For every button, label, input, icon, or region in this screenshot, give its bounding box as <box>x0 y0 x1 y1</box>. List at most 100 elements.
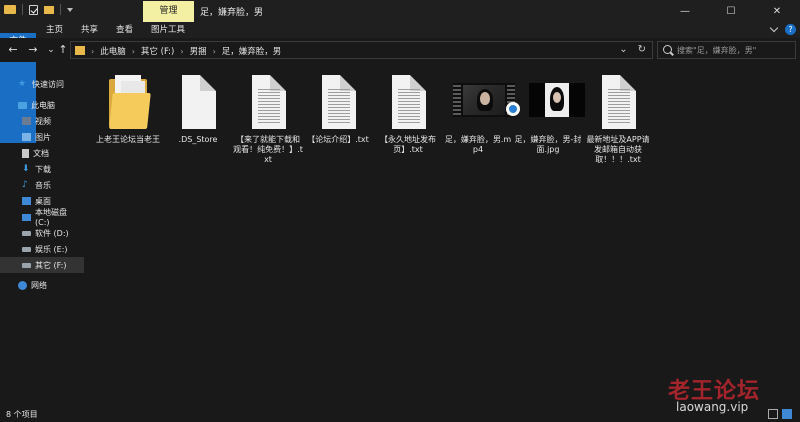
file-item-txt[interactable]: 【论坛介绍】.txt <box>303 73 373 183</box>
sidebar-item-drive-f[interactable]: 其它 (F:) <box>0 257 84 273</box>
refresh-icon[interactable]: ↻ <box>638 44 646 55</box>
search-box[interactable] <box>657 41 796 59</box>
customize-toolbar-icon[interactable] <box>67 7 73 12</box>
text-file-icon <box>247 73 289 131</box>
sidebar-item-label: 此电脑 <box>31 100 55 110</box>
title-bar: 管理 足，嫌弃脸，男 — ☐ ✕ <box>0 0 800 22</box>
item-count: 8 个项目 <box>6 410 38 419</box>
tab-home[interactable]: 主页 <box>40 22 69 38</box>
sidebar-item-videos[interactable]: 视频 <box>0 113 84 129</box>
chevron-right-icon[interactable]: › <box>180 47 183 56</box>
file-name: 【论坛介绍】.txt <box>307 135 369 144</box>
tab-view[interactable]: 查看 <box>110 22 139 38</box>
maximize-button[interactable]: ☐ <box>708 0 754 22</box>
file-item-video[interactable]: 足，嫌弃脸，男.mp4 <box>443 73 520 183</box>
navigation-pane: ★ 快速访问 此电脑 视频 图片 文档 ⬇ 下载 ♪ 音乐 桌面 本地磁盘 (C… <box>0 70 84 406</box>
network-icon <box>18 280 27 290</box>
video-icon <box>22 117 31 125</box>
divider <box>60 4 61 15</box>
details-view-icon[interactable] <box>768 409 778 419</box>
sidebar-item-label: 文档 <box>33 148 49 158</box>
ribbon-tabs: 文件 主页 共享 查看 图片工具 ? <box>0 22 800 143</box>
tab-share[interactable]: 共享 <box>75 22 104 38</box>
video-thumbnail <box>453 73 520 131</box>
expand-ribbon-icon[interactable] <box>769 23 779 33</box>
sidebar-item-label: 音乐 <box>35 180 51 190</box>
pictures-icon <box>22 133 31 141</box>
text-file-icon <box>387 73 429 131</box>
tab-picture-tools[interactable]: 图片工具 <box>145 22 191 38</box>
file-name: 最新地址及APP请发邮箱自动获取！！！.txt <box>586 135 650 164</box>
file-name: 【来了就能下载和观看！纯免费！】.txt <box>233 135 303 164</box>
breadcrumb: › 此电脑 › 其它 (F:) › 男捆 › 足，嫌弃脸，男 <box>91 45 282 58</box>
new-folder-icon[interactable] <box>44 5 54 14</box>
up-button[interactable]: ↑ <box>56 42 70 58</box>
sidebar-item-label: 软件 (D:) <box>35 228 69 238</box>
drive-c-icon <box>22 213 31 221</box>
back-button[interactable]: ← <box>6 42 20 58</box>
divider <box>22 4 23 15</box>
chevron-down-icon[interactable]: ⌄ <box>619 44 627 55</box>
sidebar-item-label: 网络 <box>31 280 47 290</box>
text-file-icon <box>597 73 639 131</box>
navigation-bar: ← → ⌄ ↑ › 此电脑 › 其它 (F:) › 男捆 › 足，嫌弃脸，男 ⌄… <box>0 38 800 62</box>
quick-access-toolbar <box>4 4 73 15</box>
file-list: 上老王论坛当老王 .DS_Store 【来了就能下载和观看！纯免费！】.txt … <box>84 62 800 406</box>
search-input[interactable] <box>677 43 793 57</box>
help-icon[interactable]: ? <box>785 24 796 35</box>
address-bar[interactable]: › 此电脑 › 其它 (F:) › 男捆 › 足，嫌弃脸，男 ⌄ ↻ <box>70 41 653 59</box>
file-item-ds-store[interactable]: .DS_Store <box>163 73 233 183</box>
close-button[interactable]: ✕ <box>754 0 800 22</box>
sidebar-item-label: 快速访问 <box>32 79 64 89</box>
text-file-icon <box>317 73 359 131</box>
chevron-right-icon[interactable]: › <box>213 47 216 56</box>
file-item-txt[interactable]: 最新地址及APP请发邮箱自动获取！！！.txt <box>583 73 653 183</box>
window-title: 足，嫌弃脸，男 <box>200 8 264 18</box>
file-name: 【永久地址发布页】.txt <box>380 135 436 154</box>
sidebar-item-label: 桌面 <box>35 196 51 206</box>
breadcrumb-current[interactable]: 足，嫌弃脸，男 <box>222 45 282 57</box>
file-item-txt[interactable]: 【永久地址发布页】.txt <box>373 73 443 183</box>
file-name: 足，嫌弃脸，男-封面.jpg <box>514 135 582 154</box>
sidebar-item-label: 图片 <box>35 132 51 142</box>
sidebar-item-label: 下载 <box>35 164 51 174</box>
minimize-button[interactable]: — <box>662 0 708 22</box>
window-controls: — ☐ ✕ <box>662 0 800 22</box>
forward-button[interactable]: → <box>26 42 40 58</box>
chevron-right-icon[interactable]: › <box>132 47 135 56</box>
manage-context-tab[interactable]: 管理 <box>143 1 194 22</box>
search-icon <box>663 45 672 54</box>
sidebar-item-drive-e[interactable]: 娱乐 (E:) <box>0 241 84 257</box>
large-icons-view-icon[interactable] <box>782 409 792 419</box>
folder-icon <box>75 46 85 55</box>
file-item-jpg[interactable]: 足，嫌弃脸，男-封面.jpg <box>513 73 585 183</box>
file-name: 足，嫌弃脸，男.mp4 <box>444 135 512 154</box>
breadcrumb-this-pc[interactable]: 此电脑 <box>100 45 126 57</box>
folder-icon <box>4 5 16 14</box>
sidebar-item-pictures[interactable]: 图片 <box>0 129 84 145</box>
pc-icon <box>18 101 27 109</box>
drive-icon <box>22 262 31 268</box>
sidebar-item-label: 视频 <box>35 116 51 126</box>
file-item-folder[interactable]: 上老王论坛当老王 <box>93 73 163 183</box>
sidebar-item-music[interactable]: ♪ 音乐 <box>0 177 84 193</box>
file-name: 上老王论坛当老王 <box>96 135 160 144</box>
sidebar-item-documents[interactable]: 文档 <box>0 145 84 161</box>
sidebar-item-this-pc[interactable]: 此电脑 <box>0 97 84 113</box>
address-actions: ⌄ ↻ <box>619 44 646 55</box>
breadcrumb-folder[interactable]: 男捆 <box>190 45 207 57</box>
sidebar-item-quick-access[interactable]: ★ 快速访问 <box>0 76 84 92</box>
download-icon: ⬇ <box>22 163 30 174</box>
desktop-icon <box>22 197 31 205</box>
sidebar-item-drive-c[interactable]: 本地磁盘 (C:) <box>0 208 84 227</box>
ribbon-controls: ? <box>769 23 796 35</box>
sidebar-item-downloads[interactable]: ⬇ 下载 <box>0 161 84 177</box>
music-icon: ♪ <box>22 179 28 190</box>
file-item-txt[interactable]: 【来了就能下载和观看！纯免费！】.txt <box>233 73 303 183</box>
properties-icon[interactable] <box>29 4 38 15</box>
breadcrumb-drive-f[interactable]: 其它 (F:) <box>141 45 174 57</box>
sidebar-item-drive-d[interactable]: 软件 (D:) <box>0 225 84 241</box>
sidebar-item-network[interactable]: 网络 <box>0 277 84 293</box>
drive-icon <box>22 246 31 252</box>
sidebar-item-label: 本地磁盘 (C:) <box>34 208 67 227</box>
